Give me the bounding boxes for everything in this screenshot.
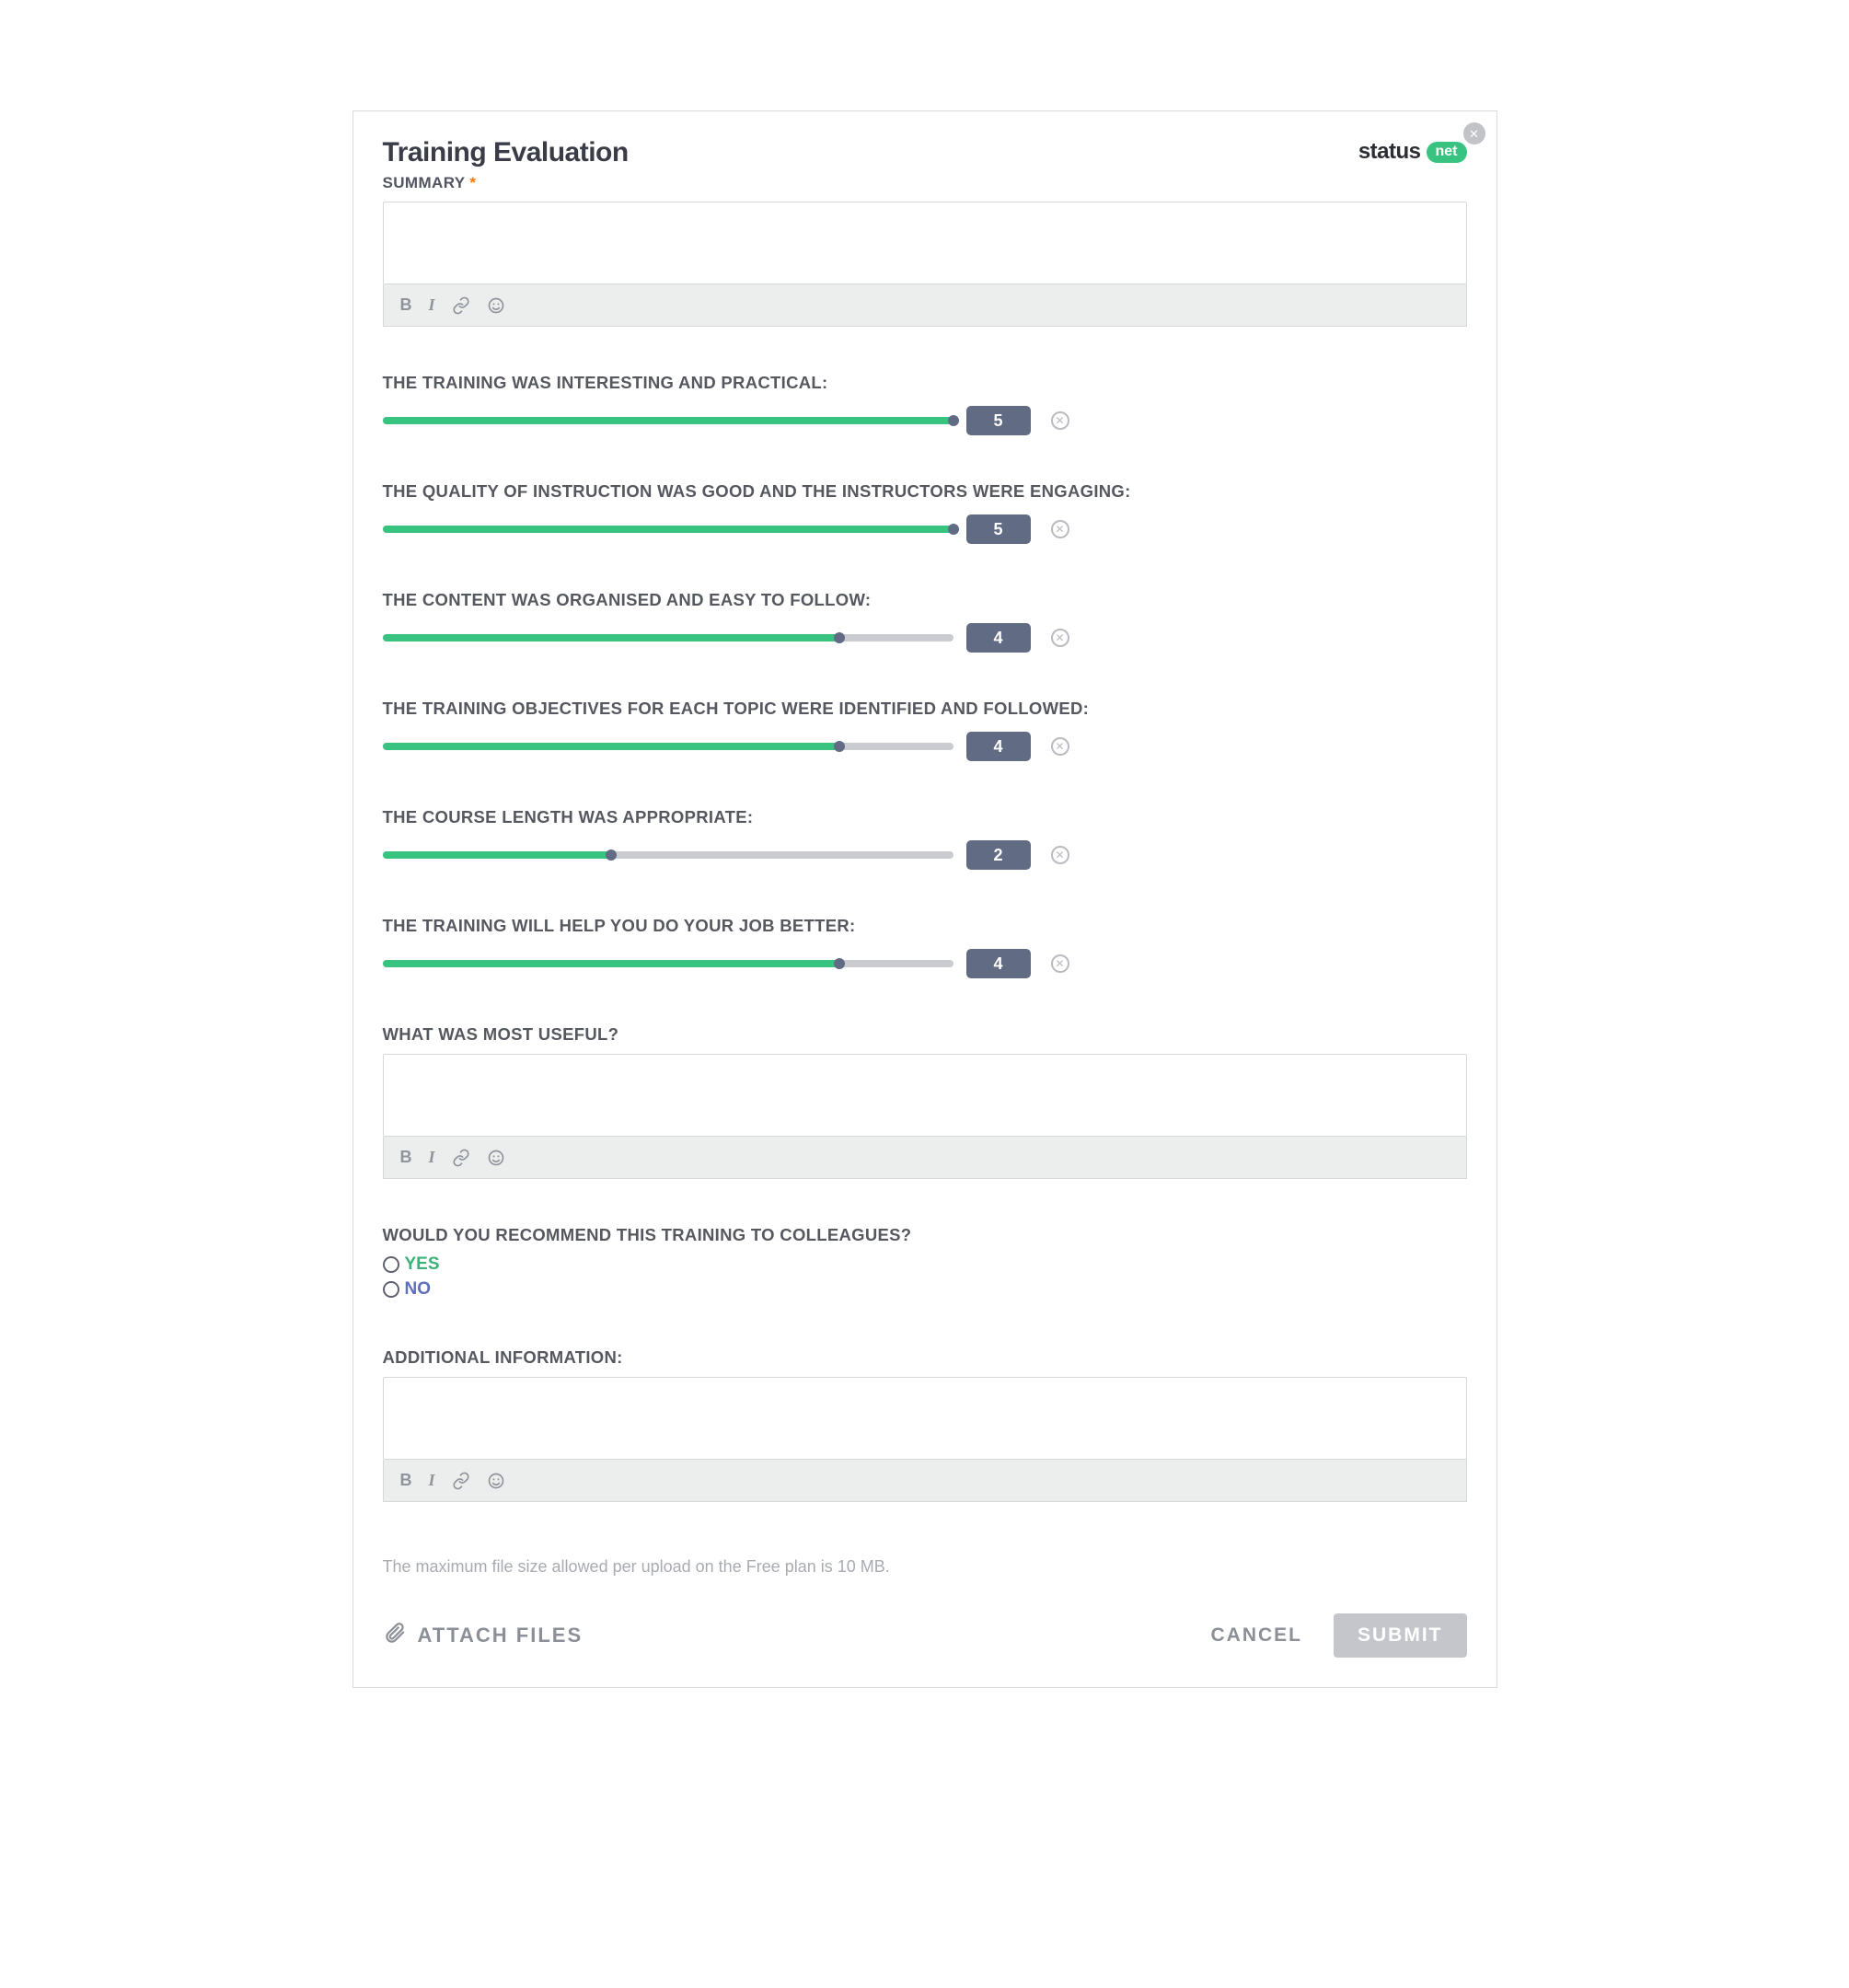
file-note: The maximum file size allowed per upload… (383, 1557, 1467, 1577)
form-panel: ✕ Training Evaluation SUMMARY * status n… (352, 110, 1497, 1688)
bold-icon[interactable]: B (400, 1471, 412, 1490)
slider-label: THE TRAINING WILL HELP YOU DO YOUR JOB B… (383, 916, 1467, 936)
header-row: Training Evaluation SUMMARY * status net (383, 137, 1467, 192)
additional-input[interactable] (383, 1377, 1467, 1460)
clear-icon[interactable]: ✕ (1051, 846, 1069, 864)
useful-block: WHAT WAS MOST USEFUL? B I (383, 1024, 1467, 1179)
clear-icon[interactable]: ✕ (1051, 629, 1069, 647)
page-title: Training Evaluation (383, 137, 629, 168)
slider-track[interactable] (383, 634, 953, 641)
slider-knob-icon[interactable] (834, 632, 845, 643)
slider-label: THE TRAINING OBJECTIVES FOR EACH TOPIC W… (383, 699, 1467, 719)
logo-text: status (1358, 139, 1421, 165)
slider-value-badge: 5 (966, 406, 1031, 435)
slider-value-badge: 2 (966, 840, 1031, 870)
slider-block: THE QUALITY OF INSTRUCTION WAS GOOD AND … (383, 481, 1467, 544)
cancel-button[interactable]: CANCEL (1206, 1624, 1309, 1647)
slider-block: THE TRAINING WILL HELP YOU DO YOUR JOB B… (383, 916, 1467, 978)
logo-pill: net (1427, 142, 1467, 163)
recommend-block: WOULD YOU RECOMMEND THIS TRAINING TO COL… (383, 1225, 1467, 1301)
slider-value-badge: 4 (966, 732, 1031, 761)
slider-knob-icon[interactable] (606, 850, 617, 861)
radio-no[interactable]: NO (383, 1277, 1467, 1302)
summary-toolbar: B I (383, 284, 1467, 327)
slider-track[interactable] (383, 960, 953, 967)
slider-fill (383, 743, 839, 750)
slider-fill (383, 960, 839, 967)
additional-block: ADDITIONAL INFORMATION: B I (383, 1347, 1467, 1502)
slider-value-badge: 4 (966, 949, 1031, 978)
slider-track[interactable] (383, 417, 953, 424)
summary-input[interactable] (383, 202, 1467, 284)
summary-label: SUMMARY * (383, 174, 629, 192)
slider-fill (383, 634, 839, 641)
radio-yes-label: YES (405, 1253, 440, 1277)
emoji-icon[interactable] (487, 1472, 505, 1490)
slider-label: THE QUALITY OF INSTRUCTION WAS GOOD AND … (383, 481, 1467, 502)
close-icon[interactable]: ✕ (1463, 122, 1485, 144)
slider-fill (383, 526, 953, 533)
radio-yes[interactable]: YES (383, 1253, 1467, 1277)
slider-track[interactable] (383, 743, 953, 750)
slider-knob-icon[interactable] (948, 415, 959, 426)
additional-label: ADDITIONAL INFORMATION: (383, 1347, 1467, 1368)
slider-value-badge: 5 (966, 514, 1031, 544)
attach-label: ATTACH FILES (418, 1624, 584, 1647)
slider-fill (383, 417, 953, 424)
slider-track[interactable] (383, 526, 953, 533)
required-mark: * (469, 174, 476, 191)
footer: ATTACH FILES CANCEL SUBMIT (383, 1613, 1467, 1658)
link-icon[interactable] (452, 1149, 470, 1167)
summary-label-text: SUMMARY (383, 174, 466, 191)
slider-value-badge: 4 (966, 623, 1031, 653)
link-icon[interactable] (452, 296, 470, 315)
additional-toolbar: B I (383, 1460, 1467, 1502)
submit-button[interactable]: SUBMIT (1334, 1613, 1467, 1658)
slider-block: THE COURSE LENGTH WAS APPROPRIATE: 2 ✕ (383, 807, 1467, 870)
useful-label: WHAT WAS MOST USEFUL? (383, 1024, 1467, 1045)
clear-icon[interactable]: ✕ (1051, 411, 1069, 430)
slider-knob-icon[interactable] (948, 524, 959, 535)
bold-icon[interactable]: B (400, 295, 412, 315)
radio-no-label: NO (405, 1277, 432, 1302)
attach-files-button[interactable]: ATTACH FILES (383, 1621, 584, 1650)
italic-icon[interactable]: I (429, 295, 435, 315)
slider-block: THE CONTENT WAS ORGANISED AND EASY TO FO… (383, 590, 1467, 653)
recommend-label: WOULD YOU RECOMMEND THIS TRAINING TO COL… (383, 1225, 1467, 1245)
useful-toolbar: B I (383, 1137, 1467, 1179)
slider-knob-icon[interactable] (834, 741, 845, 752)
slider-label: THE TRAINING WAS INTERESTING AND PRACTIC… (383, 373, 1467, 393)
clear-icon[interactable]: ✕ (1051, 954, 1069, 973)
emoji-icon[interactable] (487, 296, 505, 315)
slider-track[interactable] (383, 851, 953, 859)
slider-block: THE TRAINING OBJECTIVES FOR EACH TOPIC W… (383, 699, 1467, 761)
clear-icon[interactable]: ✕ (1051, 737, 1069, 756)
radio-circle-icon (383, 1281, 399, 1298)
logo: status net (1358, 139, 1467, 165)
paperclip-icon (383, 1621, 407, 1650)
radio-circle-icon (383, 1256, 399, 1273)
bold-icon[interactable]: B (400, 1148, 412, 1167)
slider-label: THE CONTENT WAS ORGANISED AND EASY TO FO… (383, 590, 1467, 610)
slider-fill (383, 851, 611, 859)
italic-icon[interactable]: I (429, 1471, 435, 1490)
slider-knob-icon[interactable] (834, 958, 845, 969)
italic-icon[interactable]: I (429, 1148, 435, 1167)
slider-label: THE COURSE LENGTH WAS APPROPRIATE: (383, 807, 1467, 827)
emoji-icon[interactable] (487, 1149, 505, 1167)
useful-input[interactable] (383, 1054, 1467, 1137)
clear-icon[interactable]: ✕ (1051, 520, 1069, 538)
link-icon[interactable] (452, 1472, 470, 1490)
slider-block: THE TRAINING WAS INTERESTING AND PRACTIC… (383, 373, 1467, 435)
